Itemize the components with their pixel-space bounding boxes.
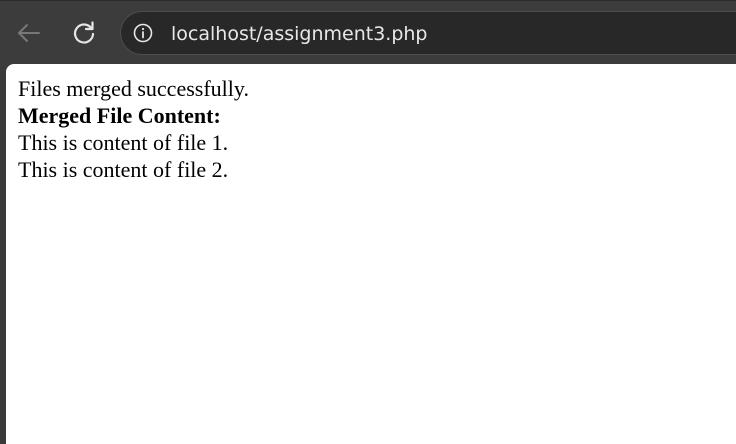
reload-button[interactable] [66,15,102,51]
content-line: This is content of file 1. [18,130,229,155]
page-content: Files merged successfully. Merged File C… [18,75,249,183]
back-button[interactable] [11,15,47,51]
browser-toolbar: localhost/assignment3.php [0,0,736,67]
status-message: Files merged successfully. [18,76,249,101]
back-arrow-icon [18,24,40,42]
reload-icon [73,21,95,44]
page-viewport: Files merged successfully. Merged File C… [6,64,736,444]
content-line: This is content of file 2. [18,157,229,182]
url-text[interactable]: localhost/assignment3.php [171,22,428,46]
info-icon[interactable] [133,23,153,43]
merged-content-heading: Merged File Content: [18,103,221,128]
address-bar[interactable]: localhost/assignment3.php [120,11,736,55]
